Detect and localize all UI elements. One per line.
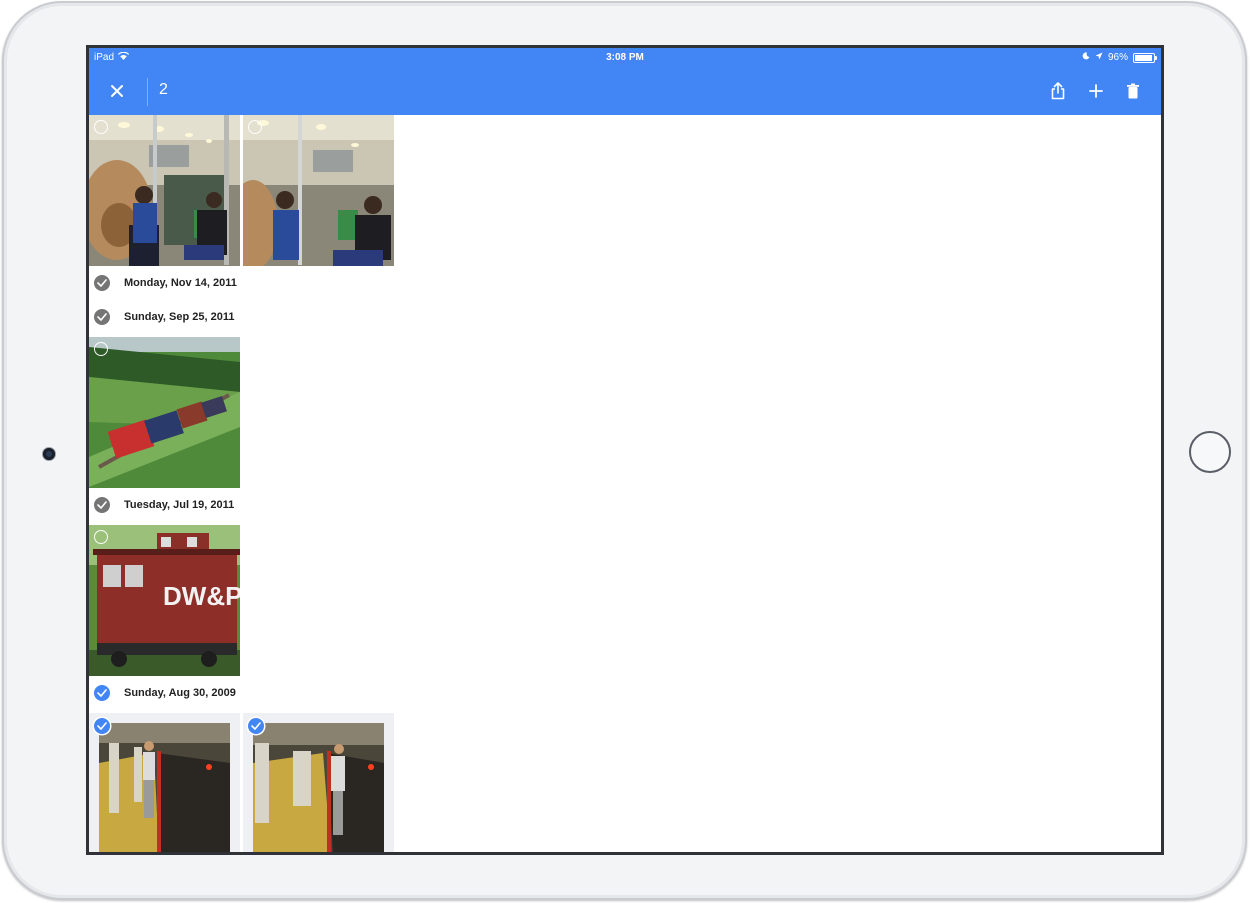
- photo-train-interior-1[interactable]: [89, 115, 240, 266]
- photo-caboose[interactable]: DW&P: [89, 525, 240, 676]
- selected-count: 2: [159, 81, 168, 98]
- selected-check-icon[interactable]: [248, 718, 264, 734]
- delete-button[interactable]: [1121, 79, 1145, 103]
- selected-check-icon[interactable]: [94, 718, 110, 734]
- date-label: Tuesday, Jul 19, 2011: [124, 499, 235, 511]
- date-row-jul-19-2011[interactable]: Tuesday, Jul 19, 2011: [94, 495, 234, 515]
- date-label: Monday, Nov 14, 2011: [124, 277, 237, 289]
- moon-icon: [1082, 52, 1090, 63]
- battery-icon: [1133, 52, 1157, 63]
- delete-icon: [1127, 83, 1139, 99]
- battery-percent: 96%: [1107, 52, 1128, 63]
- check-icon[interactable]: [94, 275, 110, 291]
- check-icon[interactable]: [94, 497, 110, 513]
- close-icon: [111, 85, 123, 97]
- check-icon[interactable]: [94, 685, 110, 701]
- add-icon: [1089, 84, 1103, 98]
- select-circle[interactable]: [94, 120, 108, 134]
- app-bar: 2: [89, 68, 1161, 115]
- divider: [147, 78, 148, 106]
- date-label: Sunday, Sep 25, 2011: [124, 311, 235, 323]
- select-circle[interactable]: [248, 120, 262, 134]
- clock: 3:08 PM: [606, 52, 644, 63]
- add-button[interactable]: [1084, 79, 1108, 103]
- select-circle[interactable]: [94, 342, 108, 356]
- date-row-nov-14-2011[interactable]: Monday, Nov 14, 2011: [94, 273, 237, 293]
- photo-grid: Monday, Nov 14, 2011 Sunday, Sep 25, 201…: [89, 115, 1161, 852]
- status-bar: iPad 3:08 PM 96%: [89, 48, 1161, 68]
- select-circle[interactable]: [94, 530, 108, 544]
- share-button[interactable]: [1046, 79, 1070, 103]
- photo-train-interior-2[interactable]: [243, 115, 394, 266]
- close-button[interactable]: [105, 79, 129, 103]
- share-icon: [1051, 82, 1065, 100]
- photo-freight-train[interactable]: [89, 337, 240, 488]
- date-row-sep-25-2011[interactable]: Sunday, Sep 25, 2011: [94, 307, 234, 327]
- top-bar: iPad 3:08 PM 96% 2: [89, 48, 1161, 115]
- camera-icon: [43, 448, 55, 460]
- date-row-aug-30-2009[interactable]: Sunday, Aug 30, 2009: [94, 683, 236, 703]
- photo-subway-platform-1[interactable]: [89, 713, 240, 852]
- photo-subway-platform-2[interactable]: [243, 713, 394, 852]
- screen: iPad 3:08 PM 96% 2 Monday, Nov 14, 2011 …: [86, 45, 1164, 855]
- date-label: Sunday, Aug 30, 2009: [124, 687, 236, 699]
- check-icon[interactable]: [94, 309, 110, 325]
- location-icon: [1095, 52, 1103, 63]
- caboose-lettering: DW&P: [163, 581, 240, 611]
- home-button[interactable]: [1189, 431, 1231, 473]
